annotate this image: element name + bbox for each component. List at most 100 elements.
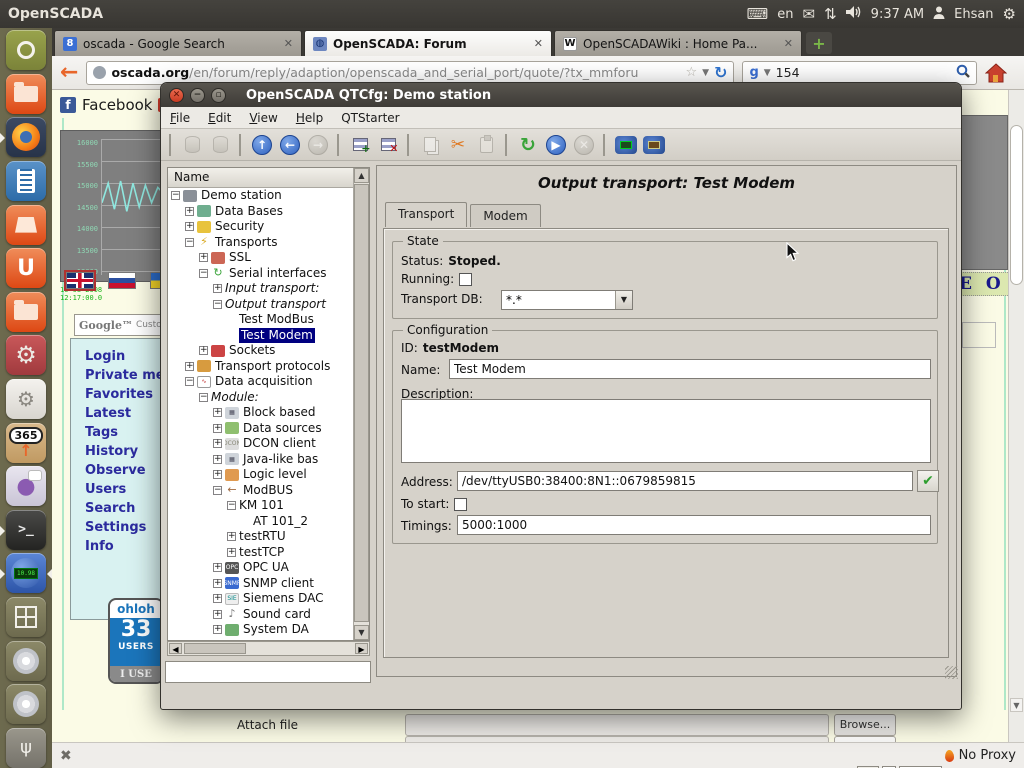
- launcher-libreoffice-writer-icon[interactable]: [3, 161, 49, 202]
- expand-icon[interactable]: +: [227, 532, 236, 541]
- expand-icon[interactable]: +: [185, 222, 194, 231]
- tree-item-java-like-bas[interactable]: +▦Java-like bas: [168, 452, 353, 468]
- scroll-right-icon[interactable]: ▶: [355, 643, 368, 654]
- launcher-firefox-icon[interactable]: [3, 117, 49, 158]
- tree-item-dcon-client[interactable]: +DCONDCON client: [168, 436, 353, 452]
- google-engine-icon[interactable]: g: [749, 65, 758, 80]
- tree-item-sound-card[interactable]: +♪Sound card: [168, 607, 353, 623]
- qtstarter-config-button[interactable]: [613, 132, 639, 158]
- browser-tab[interactable]: WOpenSCADAWiki : Home Pa...✕: [554, 30, 802, 56]
- launcher-ubuntu-one-icon[interactable]: U: [3, 248, 49, 289]
- expand-icon[interactable]: +: [213, 424, 222, 433]
- tree-item-opc-ua[interactable]: +OPCOPC UA: [168, 560, 353, 576]
- copy-item-button[interactable]: [417, 132, 443, 158]
- expand-icon[interactable]: +: [213, 625, 222, 634]
- scroll-left-icon[interactable]: ◀: [169, 643, 182, 654]
- tree-item-system-da[interactable]: +System DA: [168, 622, 353, 638]
- launcher-ubuntu-dash-icon[interactable]: [3, 30, 49, 71]
- tab-close-icon[interactable]: ✕: [534, 37, 543, 50]
- search-input[interactable]: 154: [776, 65, 952, 80]
- sidebar-link-tags[interactable]: Tags: [85, 423, 163, 442]
- name-input[interactable]: [449, 359, 931, 379]
- tree-hscrollbar[interactable]: ◀ ▶: [167, 641, 370, 656]
- back-button[interactable]: ←: [277, 132, 303, 158]
- tree-item-test-modem[interactable]: Test Modem: [168, 328, 353, 344]
- menu-help[interactable]: Help: [287, 111, 332, 125]
- add-item-button[interactable]: +: [347, 132, 373, 158]
- expand-icon[interactable]: +: [213, 408, 222, 417]
- tree-item-security[interactable]: +Security: [168, 219, 353, 235]
- collapse-icon[interactable]: −: [213, 300, 222, 309]
- expand-icon[interactable]: +: [213, 610, 222, 619]
- tree-item-testrtu[interactable]: +testRTU: [168, 529, 353, 545]
- collapse-icon[interactable]: −: [185, 377, 194, 386]
- bookmark-star-icon[interactable]: ☆: [685, 65, 697, 80]
- collapse-icon[interactable]: −: [213, 486, 222, 495]
- tab-close-icon[interactable]: ✕: [284, 37, 293, 50]
- collapse-icon[interactable]: −: [199, 269, 208, 278]
- transport-db-combo[interactable]: *.* ▼: [501, 290, 633, 310]
- window-titlebar[interactable]: ✕ − ▫ OpenSCADA QTCfg: Demo station: [161, 83, 961, 107]
- tree-header[interactable]: Name: [168, 168, 353, 188]
- launcher-pidgin-icon[interactable]: ●: [3, 466, 49, 507]
- tree-item-transport-protocols[interactable]: +Transport protocols: [168, 359, 353, 375]
- messages-icon[interactable]: ✉: [803, 7, 816, 22]
- scroll-up-icon[interactable]: ▲: [354, 168, 369, 183]
- to-start-checkbox[interactable]: [454, 498, 467, 511]
- menu-edit[interactable]: Edit: [199, 111, 240, 125]
- close-findbar-icon[interactable]: ✖: [60, 748, 72, 764]
- tree-item-data-sources[interactable]: +Data sources: [168, 421, 353, 437]
- new-tab-button[interactable]: +: [806, 32, 832, 54]
- flag-russian[interactable]: [108, 272, 136, 289]
- expand-icon[interactable]: +: [213, 439, 222, 448]
- menu-view[interactable]: View: [240, 111, 286, 125]
- combo-dropdown-icon[interactable]: ▼: [615, 291, 632, 309]
- menu-file[interactable]: File: [161, 111, 199, 125]
- launcher-folder-icon[interactable]: [3, 292, 49, 333]
- up-level-button[interactable]: ↑: [249, 132, 275, 158]
- browser-tab[interactable]: 8oscada - Google Search✕: [54, 30, 302, 56]
- sidebar-link-private-mess[interactable]: Private mess: [85, 366, 163, 385]
- expand-icon[interactable]: +: [213, 470, 222, 479]
- tree-search-input[interactable]: [165, 661, 371, 683]
- tree-item-data-acquisition[interactable]: −∿Data acquisition: [168, 374, 353, 390]
- tree-vscroll-thumb[interactable]: [354, 184, 369, 622]
- volume-icon[interactable]: [846, 5, 862, 23]
- load-from-db-button[interactable]: [179, 132, 205, 158]
- session-gear-icon[interactable]: ⚙: [1003, 7, 1016, 22]
- launcher-cd-drive-1-icon[interactable]: [3, 640, 49, 681]
- delete-item-button[interactable]: ✕: [375, 132, 401, 158]
- address-input[interactable]: [457, 471, 913, 491]
- reload-icon[interactable]: ↻: [714, 63, 727, 82]
- window-close-button[interactable]: ✕: [169, 88, 184, 103]
- collapse-icon[interactable]: −: [171, 191, 180, 200]
- launcher-update-manager-icon[interactable]: 365↑: [3, 422, 49, 463]
- start-button[interactable]: ▶: [543, 132, 569, 158]
- tree-item-modbus[interactable]: −←ModBUS: [168, 483, 353, 499]
- tree-item-siemens-dac[interactable]: +SIESiemens DAC: [168, 591, 353, 607]
- tree-item-km-101[interactable]: −KM 101: [168, 498, 353, 514]
- tree-item-testtcp[interactable]: +testTCP: [168, 545, 353, 561]
- tree-item-demo-station[interactable]: −Demo station: [168, 188, 353, 204]
- refresh-button[interactable]: ↻: [515, 132, 541, 158]
- cut-item-button[interactable]: ✂: [445, 132, 471, 158]
- tree-vscrollbar[interactable]: ▲ ▼: [353, 168, 369, 640]
- sidebar-link-search[interactable]: Search: [85, 499, 163, 518]
- session-user[interactable]: Ehsan: [954, 7, 993, 22]
- sidebar-link-latest[interactable]: Latest: [85, 404, 163, 423]
- tab-transport[interactable]: Transport: [385, 202, 467, 227]
- tree-item-snmp-client[interactable]: +SNMPSNMP client: [168, 576, 353, 592]
- network-arrows-icon[interactable]: ⇅: [824, 7, 837, 22]
- tab-modem[interactable]: Modem: [470, 204, 540, 227]
- scroll-down-icon[interactable]: ▼: [354, 625, 369, 640]
- expand-icon[interactable]: +: [227, 548, 236, 557]
- url-bar[interactable]: oscada.org/en/forum/reply/adaption/opens…: [86, 61, 734, 85]
- expand-icon[interactable]: +: [185, 207, 194, 216]
- expand-icon[interactable]: +: [213, 284, 222, 293]
- tree-item-sockets[interactable]: +Sockets: [168, 343, 353, 359]
- tree-item-ssl[interactable]: +SSL: [168, 250, 353, 266]
- keyboard-layout[interactable]: en: [777, 7, 793, 22]
- sidebar-link-users[interactable]: Users: [85, 480, 163, 499]
- expand-icon[interactable]: +: [213, 594, 222, 603]
- page-scrollbar[interactable]: ▼: [1008, 90, 1024, 742]
